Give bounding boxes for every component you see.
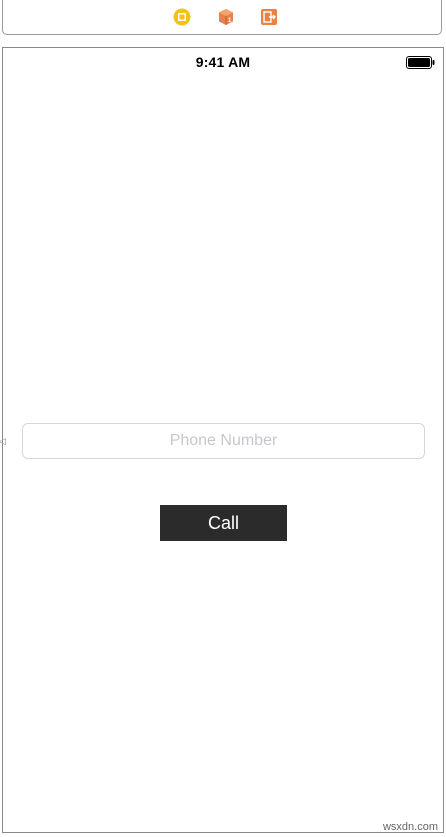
phone-number-field[interactable] bbox=[22, 423, 425, 459]
status-bar: 9:41 AM bbox=[3, 48, 443, 76]
view-controller-icon[interactable] bbox=[173, 8, 191, 26]
watermark-text: wsxdn.com bbox=[382, 821, 438, 833]
constraint-anchor-icon: ◁ bbox=[0, 436, 6, 446]
scene-dock: 1 bbox=[2, 0, 442, 35]
exit-icon[interactable] bbox=[260, 8, 278, 26]
battery-full-icon bbox=[406, 56, 436, 69]
call-button[interactable]: Call bbox=[160, 505, 287, 541]
device-canvas: 9:41 AM ◁ Call bbox=[0, 47, 444, 833]
first-responder-icon[interactable]: 1 bbox=[217, 8, 235, 26]
status-time: 9:41 AM bbox=[195, 54, 251, 70]
